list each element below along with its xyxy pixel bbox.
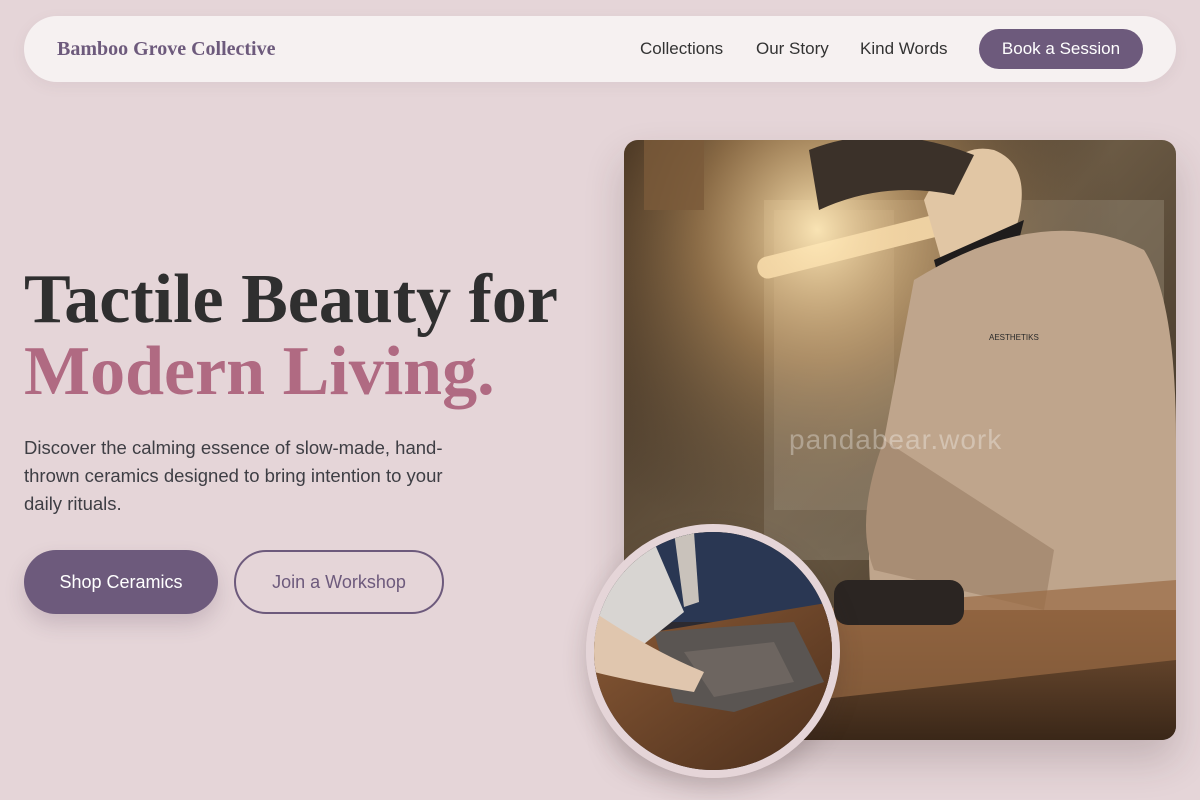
nav-link-kind-words[interactable]: Kind Words: [860, 39, 948, 59]
top-nav: Bamboo Grove Collective Collections Our …: [24, 16, 1176, 82]
join-workshop-button[interactable]: Join a Workshop: [234, 550, 444, 614]
hero-heading-line1: Tactile Beauty for: [24, 261, 558, 338]
svg-text:AESTHETIKS: AESTHETIKS: [989, 333, 1039, 342]
tailoring-photo: [594, 532, 832, 770]
book-session-button[interactable]: Book a Session: [979, 29, 1143, 69]
shop-ceramics-button[interactable]: Shop Ceramics: [24, 550, 218, 614]
brand-logo[interactable]: Bamboo Grove Collective: [57, 38, 275, 61]
nav-link-our-story[interactable]: Our Story: [756, 39, 829, 59]
hero-heading-line2: Modern Living.: [24, 333, 495, 410]
nav-link-collections[interactable]: Collections: [640, 39, 723, 59]
photo-watermark: pandabear.work: [789, 424, 1003, 455]
hero-description: Discover the calming essence of slow-mad…: [24, 437, 443, 514]
hero-secondary-photo: [586, 524, 840, 778]
hero-heading: Tactile Beauty for Modern Living.: [24, 264, 558, 408]
